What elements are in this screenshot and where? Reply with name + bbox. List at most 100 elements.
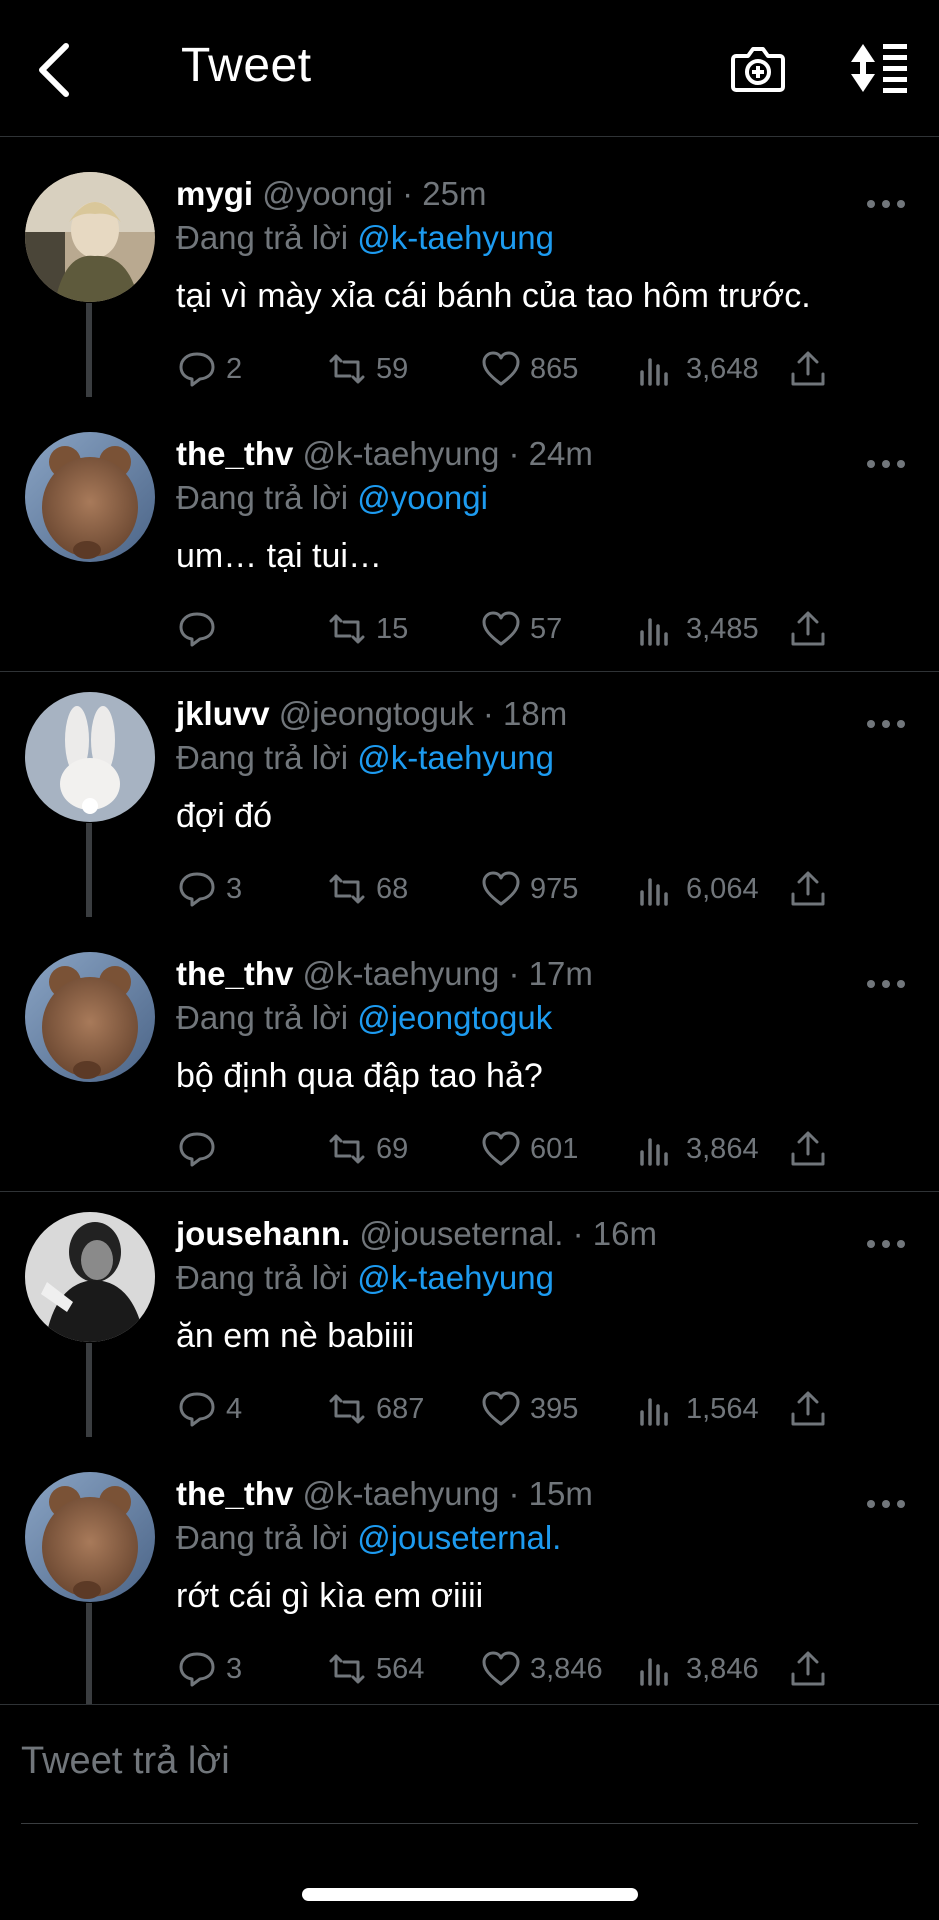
more-options-button[interactable]: [866, 977, 906, 991]
avatar[interactable]: [25, 1472, 155, 1602]
avatar[interactable]: [25, 432, 155, 562]
retweet-button[interactable]: 59: [326, 339, 408, 399]
view-count: 3,648: [686, 352, 759, 385]
retweet-button[interactable]: 15: [326, 599, 408, 659]
share-button[interactable]: [787, 339, 837, 399]
author-name[interactable]: the_thv: [176, 435, 293, 472]
retweet-button[interactable]: 69: [326, 1119, 408, 1179]
share-button[interactable]: [787, 1379, 837, 1439]
like-button[interactable]: 395: [480, 1379, 578, 1439]
avatar[interactable]: [25, 952, 155, 1082]
back-button[interactable]: [30, 36, 86, 100]
avatar[interactable]: [25, 172, 155, 302]
author-name[interactable]: mygi: [176, 175, 253, 212]
retweet-button[interactable]: 564: [326, 1639, 424, 1699]
reply-input[interactable]: Tweet trả lời: [21, 1740, 230, 1783]
reply-button[interactable]: 3: [176, 1639, 242, 1699]
retweet-icon: [329, 1654, 365, 1684]
reply-icon: [179, 1652, 215, 1687]
tweet-header: mygi @yoongi · 25m: [176, 175, 486, 213]
reply-count: 4: [226, 1392, 243, 1425]
more-horizontal-icon: [867, 1500, 905, 1508]
share-button[interactable]: [787, 1639, 837, 1699]
reply-button[interactable]: 2: [176, 339, 242, 399]
retweet-count: 68: [376, 872, 409, 905]
analytics-icon: [640, 1138, 668, 1166]
mention-link[interactable]: @k-taehyung: [357, 219, 554, 256]
retweet-button[interactable]: 687: [326, 1379, 424, 1439]
like-count: 395: [530, 1392, 579, 1425]
more-options-button[interactable]: [866, 1497, 906, 1511]
tweet[interactable]: jkluvv @jeongtoguk · 18m Đang trả lời @k…: [0, 657, 939, 917]
views-button[interactable]: 3,864: [636, 1119, 759, 1179]
mention-link[interactable]: @yoongi: [357, 479, 488, 516]
like-button[interactable]: 601: [480, 1119, 578, 1179]
heart-icon: [482, 871, 520, 906]
more-horizontal-icon: [867, 720, 905, 728]
author-name[interactable]: the_thv: [176, 955, 293, 992]
view-count: 3,864: [686, 1132, 759, 1165]
avatar[interactable]: [25, 1212, 155, 1342]
replying-to: Đang trả lời @k-taehyung: [176, 219, 554, 256]
reply-button[interactable]: [176, 599, 226, 659]
views-button[interactable]: 6,064: [636, 859, 759, 919]
share-button[interactable]: [787, 859, 837, 919]
reply-icon: [179, 612, 215, 647]
sort-button[interactable]: [845, 38, 911, 98]
reply-button[interactable]: [176, 1119, 226, 1179]
camera-button[interactable]: [728, 38, 788, 98]
views-button[interactable]: 3,648: [636, 339, 759, 399]
top-bar: Tweet: [0, 0, 939, 137]
tweet-text: ăn em nè babiiii: [176, 1317, 415, 1355]
author-handle: @jouseternal. · 16m: [359, 1215, 657, 1252]
like-button[interactable]: 3,846: [480, 1639, 603, 1699]
tweet-actions: 3 68 975 6,064: [0, 859, 939, 919]
tweet[interactable]: the_thv @k-taehyung · 24m Đang trả lời @…: [0, 397, 939, 657]
retweet-icon: [329, 1394, 365, 1424]
views-button[interactable]: 3,485: [636, 599, 759, 659]
replying-to: Đang trả lời @k-taehyung: [176, 739, 554, 776]
tweet[interactable]: the_thv @k-taehyung · 15m Đang trả lời @…: [0, 1437, 939, 1705]
view-count: 6,064: [686, 872, 759, 905]
mention-link[interactable]: @k-taehyung: [357, 739, 554, 776]
plush-bunny-photo: [25, 692, 155, 822]
more-options-button[interactable]: [866, 457, 906, 471]
tweet[interactable]: the_thv @k-taehyung · 17m Đang trả lời @…: [0, 917, 939, 1177]
tweet-text: đợi đó: [176, 797, 273, 835]
author-name[interactable]: jkluvv: [176, 695, 270, 732]
tweet[interactable]: jousehann. @jouseternal. · 16m Đang trả …: [0, 1177, 939, 1437]
like-button[interactable]: 57: [480, 599, 562, 659]
author-name[interactable]: the_thv: [176, 1475, 293, 1512]
analytics-icon: [640, 1398, 668, 1426]
author-name[interactable]: jousehann.: [176, 1215, 350, 1252]
tweet[interactable]: mygi @yoongi · 25m Đang trả lời @k-taehy…: [0, 137, 939, 397]
retweet-button[interactable]: 68: [326, 859, 408, 919]
tweet-actions: 3 564 3,846 3,846: [0, 1639, 939, 1699]
tweet-header: jousehann. @jouseternal. · 16m: [176, 1215, 657, 1253]
share-button[interactable]: [787, 599, 837, 659]
author-handle: @k-taehyung · 24m: [302, 435, 593, 472]
mention-link[interactable]: @jeongtoguk: [357, 999, 552, 1036]
more-options-button[interactable]: [866, 717, 906, 731]
like-button[interactable]: 975: [480, 859, 578, 919]
tweet-header: the_thv @k-taehyung · 15m: [176, 1475, 593, 1513]
views-button[interactable]: 3,846: [636, 1639, 759, 1699]
page-title: Tweet: [181, 39, 312, 92]
camera-plus-icon: [731, 47, 785, 92]
more-options-button[interactable]: [866, 197, 906, 211]
like-button[interactable]: 865: [480, 339, 578, 399]
reply-icon: [179, 1392, 215, 1427]
retweet-icon: [329, 1134, 365, 1164]
teddy-bear-photo: [25, 952, 155, 1082]
mention-link[interactable]: @jouseternal.: [357, 1519, 561, 1556]
home-indicator[interactable]: [302, 1888, 638, 1901]
tweet-text: tại vì mày xỉa cái bánh của tao hôm trướ…: [176, 277, 811, 315]
views-button[interactable]: 1,564: [636, 1379, 759, 1439]
share-button[interactable]: [787, 1119, 837, 1179]
mention-link[interactable]: @k-taehyung: [357, 1259, 554, 1296]
avatar[interactable]: [25, 692, 155, 822]
reply-icon: [179, 352, 215, 387]
more-options-button[interactable]: [866, 1237, 906, 1251]
reply-button[interactable]: 3: [176, 859, 242, 919]
reply-button[interactable]: 4: [176, 1379, 242, 1439]
